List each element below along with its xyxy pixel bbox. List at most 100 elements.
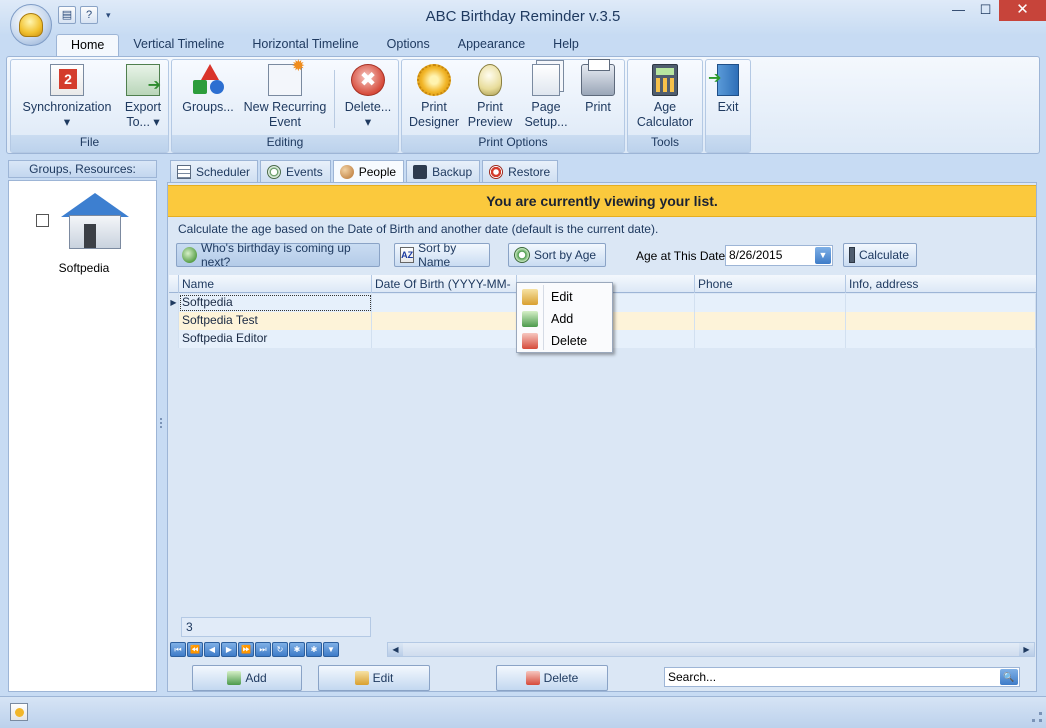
maximize-button[interactable]: ☐ — [972, 0, 999, 21]
previous-page-icon[interactable]: ⏪ — [187, 641, 203, 657]
delete-person-icon — [525, 671, 540, 685]
context-menu: Edit Add Delete — [516, 282, 613, 353]
search-placeholder: Search... — [668, 670, 717, 684]
print-button[interactable]: Print — [576, 59, 620, 115]
tab-events[interactable]: Events — [260, 160, 331, 182]
edit-record-icon[interactable]: ✱ — [306, 641, 322, 657]
row-indicator-icon — [169, 312, 179, 330]
cell-dob[interactable] — [372, 312, 517, 330]
export-button[interactable]: Export To... ▾ — [119, 64, 167, 130]
delete-button[interactable]: ✖ Delete... ▾ — [340, 64, 396, 130]
print-preview-button[interactable]: Print Preview — [464, 64, 516, 130]
tab-options[interactable]: Options — [373, 34, 444, 56]
people-icon — [182, 247, 197, 263]
tab-appearance[interactable]: Appearance — [444, 34, 539, 56]
edit-button[interactable]: Edit — [318, 665, 430, 691]
clock-icon — [267, 164, 282, 179]
binoculars-icon[interactable]: 🔍 — [1000, 669, 1018, 685]
last-record-icon[interactable]: ⏭ — [255, 641, 271, 657]
tab-vertical-timeline[interactable]: Vertical Timeline — [119, 34, 238, 56]
new-recurring-event-button[interactable]: New Recurring Event — [242, 59, 328, 130]
tab-help[interactable]: Help — [539, 34, 593, 56]
help-button[interactable]: ? — [80, 6, 98, 24]
tab-scheduler[interactable]: Scheduler — [170, 160, 259, 182]
exit-button[interactable]: Exit — [708, 64, 746, 115]
qat-dropdown-icon[interactable]: ▾ — [106, 10, 111, 21]
cell-name[interactable]: Softpedia Test — [179, 312, 372, 330]
column-header-phone[interactable]: Phone — [695, 275, 846, 293]
tab-horizontal-timeline[interactable]: Horizontal Timeline — [238, 34, 372, 56]
sort-by-name-button[interactable]: AZ Sort by Name — [394, 241, 490, 269]
minimize-button[interactable]: — — [945, 0, 972, 21]
previous-record-icon[interactable]: ◀ — [204, 641, 220, 657]
edit-person-icon — [354, 671, 369, 685]
horizontal-scrollbar[interactable]: ◀ ▶ — [387, 642, 1035, 657]
grid-navigator: ⏮ ⏪ ◀ ▶ ⏩ ⏭ ↻ ✱ ✱ ▼ ◀ ▶ — [168, 640, 1036, 658]
next-page-icon[interactable]: ⏩ — [238, 641, 254, 657]
age-calculator-button[interactable]: Age Calculator — [632, 64, 698, 130]
print-preview-label: Print — [477, 100, 503, 114]
column-header-dob[interactable]: Date Of Birth (YYYY-MM-DD) — [372, 275, 517, 309]
cell-name[interactable]: Softpedia — [179, 294, 372, 312]
group-checkbox[interactable] — [36, 214, 49, 227]
close-button[interactable]: ✕ — [999, 0, 1046, 21]
cell-dob[interactable] — [372, 294, 517, 312]
groups-button[interactable]: Groups... — [176, 64, 240, 115]
cell-info[interactable] — [846, 312, 1036, 330]
new-recurring-label: New Recurring — [243, 100, 327, 114]
refresh-icon[interactable]: ↻ — [272, 641, 288, 657]
group-label[interactable]: Softpedia — [49, 261, 119, 275]
first-record-icon[interactable]: ⏮ — [170, 641, 186, 657]
page-setup-label: Page — [531, 100, 561, 114]
cell-name[interactable]: Softpedia Editor — [179, 330, 372, 348]
tab-home[interactable]: Home — [56, 34, 120, 56]
calculate-button[interactable]: Calculate — [843, 243, 917, 267]
age-date-input[interactable]: 8/26/2015 ▼ — [725, 245, 833, 266]
add-person-icon — [227, 671, 242, 685]
scroll-left-icon[interactable]: ◀ — [388, 643, 403, 656]
context-menu-add[interactable]: Add — [517, 308, 612, 330]
print-icon[interactable]: ▤ — [58, 6, 76, 24]
tab-backup[interactable]: Backup — [406, 160, 481, 182]
scroll-right-icon[interactable]: ▶ — [1019, 643, 1034, 656]
page-setup-button[interactable]: Page Setup... — [520, 64, 572, 130]
cell-dob[interactable] — [372, 330, 517, 348]
delete-person-button[interactable]: Delete — [496, 665, 608, 691]
context-delete-label: Delete — [551, 334, 588, 348]
gear-icon — [417, 64, 451, 96]
delete-label: Delete — [543, 671, 579, 685]
cell-phone[interactable] — [695, 312, 846, 330]
next-record-icon[interactable]: ▶ — [221, 641, 237, 657]
cell-phone[interactable] — [695, 330, 846, 348]
insert-record-icon[interactable]: ✱ — [289, 641, 305, 657]
print-designer-button[interactable]: Print Designer — [406, 64, 462, 130]
synchronization-button[interactable]: Synchronization ▾ — [17, 64, 117, 130]
synchronization-label: Synchronization — [22, 100, 112, 114]
tab-restore[interactable]: Restore — [482, 160, 559, 182]
add-button[interactable]: Add — [192, 665, 302, 691]
cell-info[interactable] — [846, 294, 1036, 312]
resize-grip-icon[interactable] — [1032, 712, 1042, 722]
tab-people[interactable]: People — [332, 160, 405, 182]
sort-by-age-button[interactable]: Sort by Age — [508, 243, 606, 267]
filter-icon[interactable]: ▼ — [323, 641, 339, 657]
search-input[interactable]: Search... 🔍 — [664, 667, 1020, 687]
context-menu-edit[interactable]: Edit — [517, 286, 612, 308]
reminder-icon[interactable] — [10, 703, 28, 721]
whos-birthday-button[interactable]: Who's birthday is coming up next? — [176, 241, 380, 269]
cell-phone[interactable] — [695, 294, 846, 312]
window-title: ABC Birthday Reminder v.3.5 — [425, 8, 621, 25]
calendar-sync-icon — [50, 64, 84, 96]
age-date-value: 8/26/2015 — [729, 248, 783, 262]
panel-splitter[interactable] — [158, 160, 166, 692]
calendar-dropdown-icon[interactable]: ▼ — [815, 247, 831, 264]
lifebuoy-icon — [489, 164, 504, 179]
app-menu-button[interactable] — [10, 4, 52, 46]
context-menu-delete[interactable]: Delete — [517, 330, 612, 352]
house-icon[interactable] — [59, 193, 131, 253]
cell-info[interactable] — [846, 330, 1036, 348]
context-edit-label: Edit — [551, 290, 573, 304]
column-header-info[interactable]: Info, address — [846, 275, 1036, 293]
exit-label: Exit — [717, 100, 739, 114]
column-header-name[interactable]: Name — [179, 275, 372, 293]
